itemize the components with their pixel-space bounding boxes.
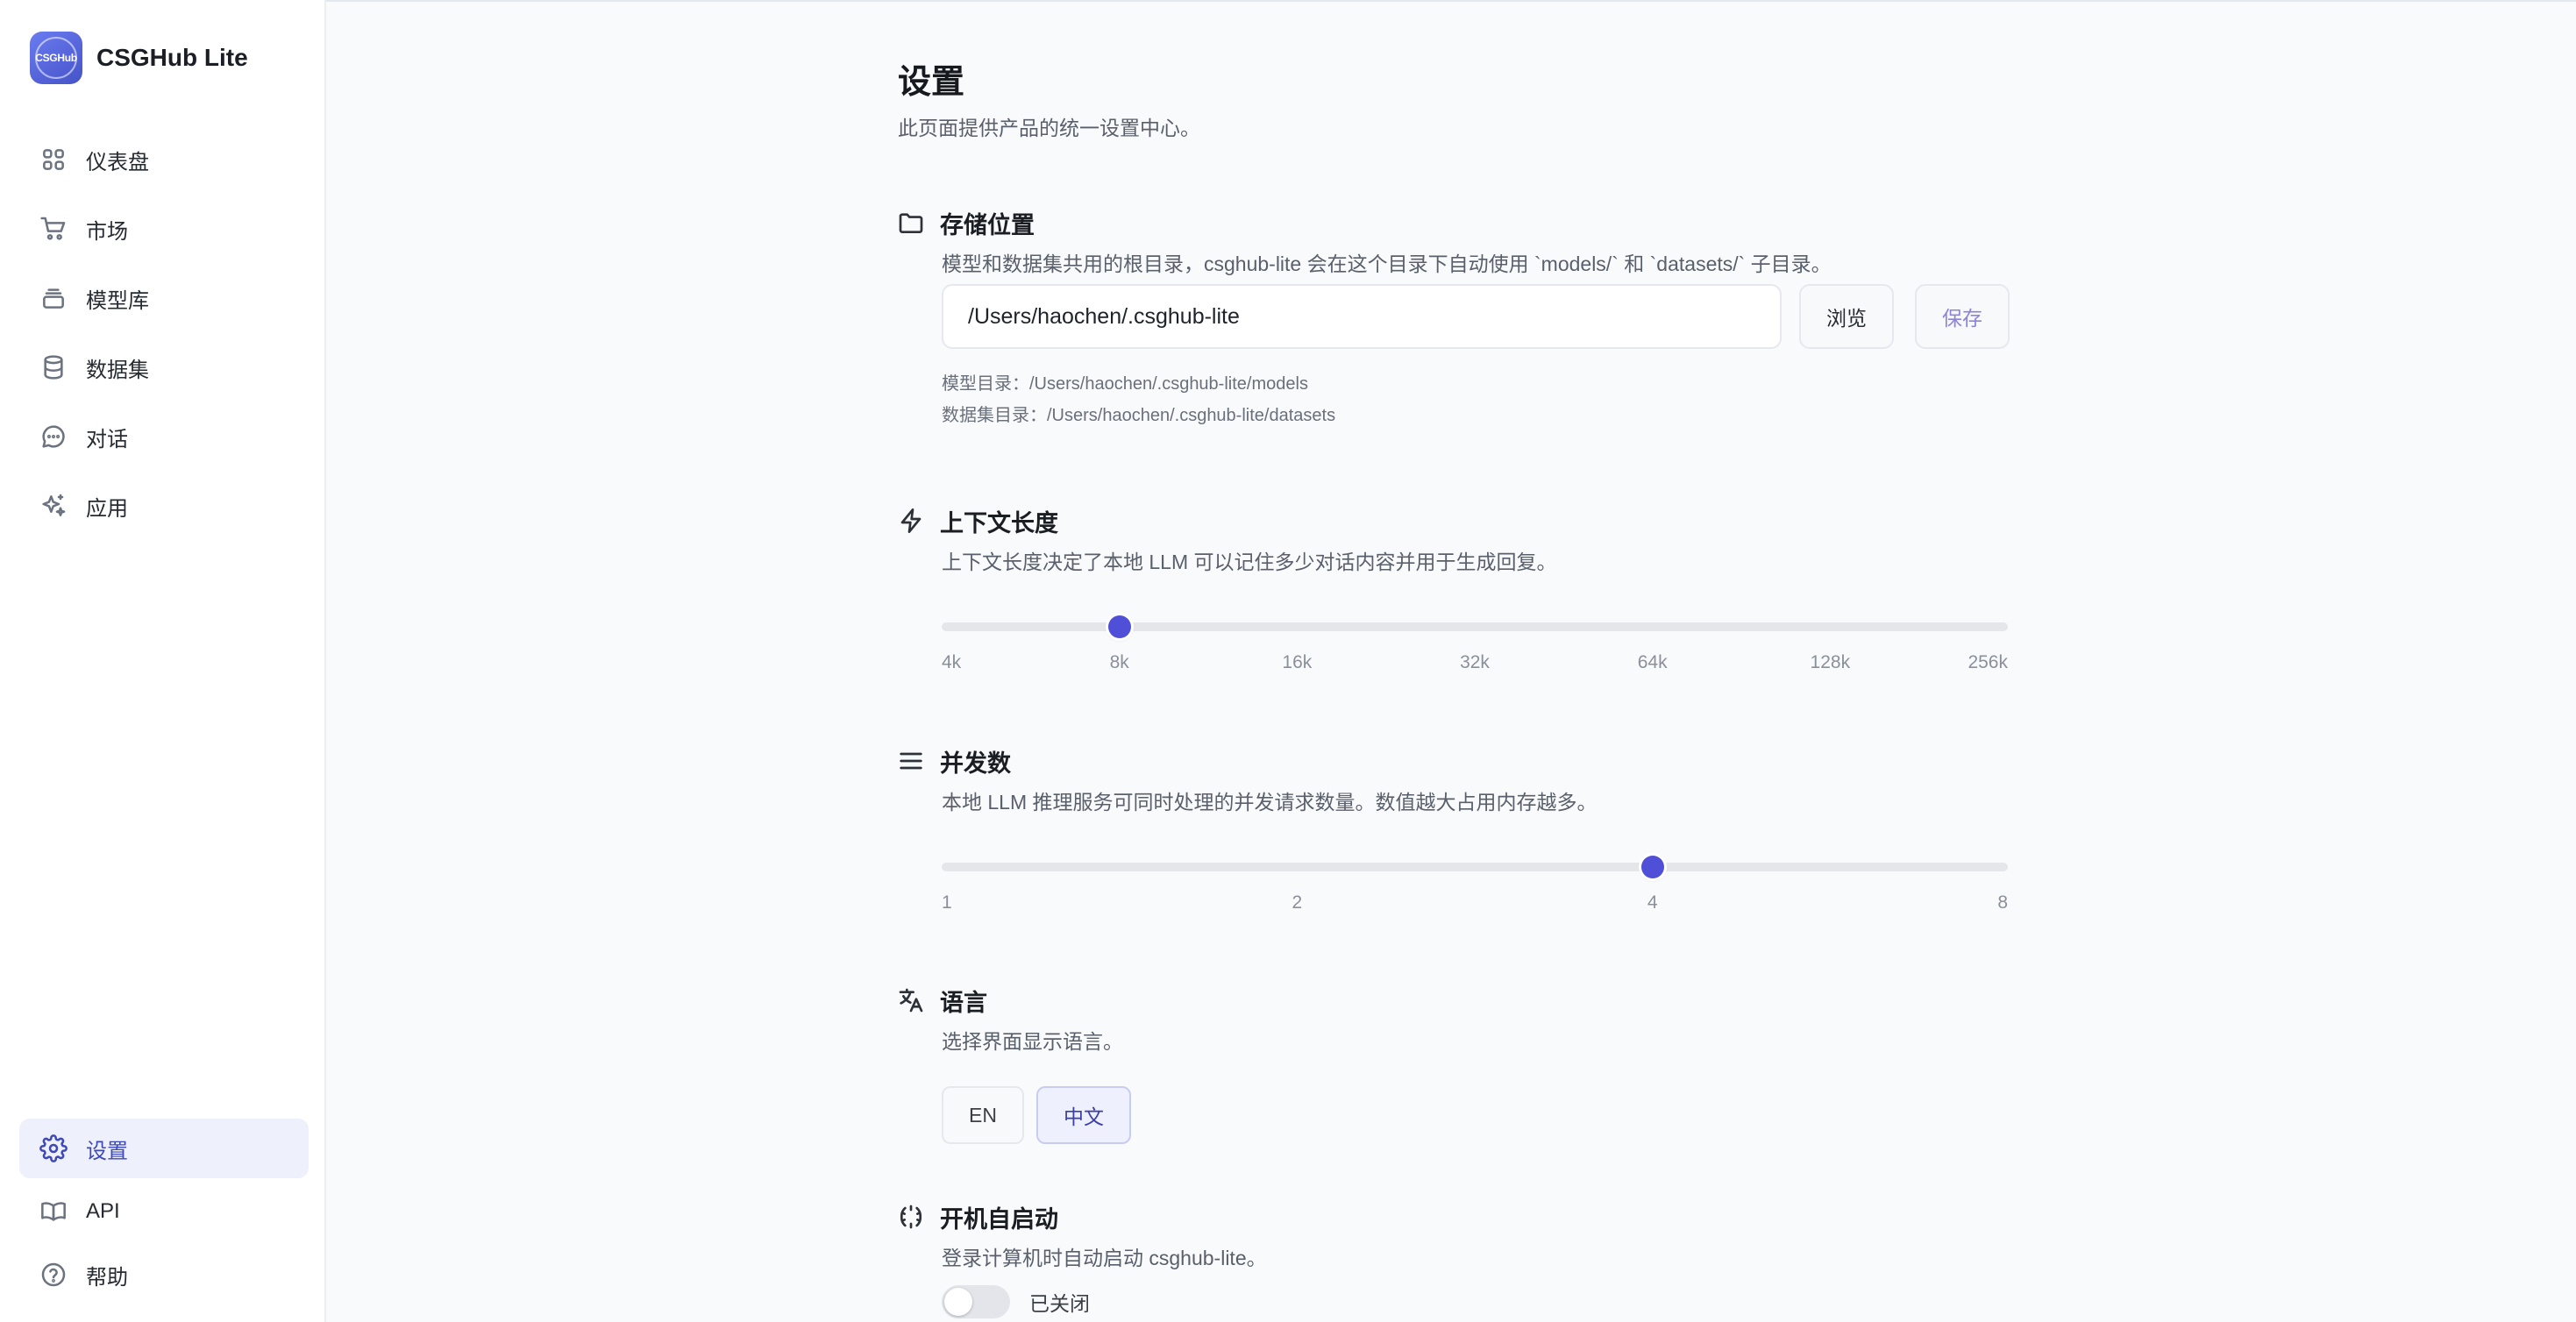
context-description: 上下文长度决定了本地 LLM 可以记住多少对话内容并用于生成回复。 xyxy=(942,551,1557,573)
storage-path-input[interactable] xyxy=(942,284,1782,349)
storage-title: 存储位置 xyxy=(940,211,1035,238)
sidebar-item-datasets[interactable]: 数据集 xyxy=(19,338,309,397)
save-button[interactable]: 保存 xyxy=(1915,284,2010,349)
sidebar: CSGHub CSGHub Lite 仪表盘 市场 模型库 数据集 对话 应用 … xyxy=(0,0,326,1322)
context-slider[interactable] xyxy=(942,608,2008,643)
context-tick: 8k xyxy=(1109,652,1129,672)
sidebar-item-label: 市场 xyxy=(86,219,128,244)
cart-icon xyxy=(39,214,68,244)
sidebar-item-label: 帮助 xyxy=(86,1265,128,1290)
concurrency-title: 并发数 xyxy=(940,750,1011,777)
gear-icon xyxy=(39,1134,68,1163)
window-top-border xyxy=(0,0,2576,2)
concurrency-tick: 1 xyxy=(942,892,952,913)
dashboard-icon xyxy=(39,145,68,174)
help-icon xyxy=(39,1260,68,1290)
autostart-toggle[interactable] xyxy=(942,1285,1010,1318)
sidebar-item-models[interactable]: 模型库 xyxy=(19,268,309,328)
storage-description: 模型和数据集共用的根目录，csghub-lite 会在这个目录下自动使用 `mo… xyxy=(942,252,1832,275)
concurrency-slider-thumb[interactable] xyxy=(1640,856,1664,878)
datasets-dir-text: 数据集目录：/Users/haochen/.csghub-lite/datase… xyxy=(942,406,1336,425)
app-logo-icon: CSGHub xyxy=(30,32,82,84)
models-dir-text: 模型目录：/Users/haochen/.csghub-lite/models xyxy=(942,374,1308,394)
language-option-en[interactable]: EN xyxy=(942,1086,1024,1144)
context-tick: 32k xyxy=(1460,652,1490,672)
sidebar-item-label: 对话 xyxy=(86,427,128,451)
concurrency-section: 并发数 本地 LLM 推理服务可同时处理的并发请求数量。数值越大占用内存越多。 … xyxy=(896,743,2011,913)
sidebar-nav: 仪表盘 市场 模型库 数据集 对话 应用 xyxy=(19,130,309,545)
sidebar-item-dashboard[interactable]: 仪表盘 xyxy=(19,130,309,189)
concurrency-tick: 4 xyxy=(1647,892,1658,913)
sidebar-item-label: 数据集 xyxy=(86,358,149,382)
browse-button[interactable]: 浏览 xyxy=(1799,284,1894,349)
concurrency-tick: 2 xyxy=(1292,892,1303,913)
context-tick: 128k xyxy=(1810,652,1851,672)
context-tick: 256k xyxy=(1968,652,2008,672)
concurrency-description: 本地 LLM 推理服务可同时处理的并发请求数量。数值越大占用内存越多。 xyxy=(942,791,1598,814)
translate-icon xyxy=(896,985,926,1015)
context-section: 上下文长度 上下文长度决定了本地 LLM 可以记住多少对话内容并用于生成回复。 … xyxy=(896,503,2011,672)
database-icon xyxy=(39,352,68,382)
page-title: 设置 xyxy=(898,64,965,101)
context-tick: 16k xyxy=(1282,652,1313,672)
sidebar-item-label: 设置 xyxy=(86,1139,128,1163)
concurrency-ticks: 1 2 4 8 xyxy=(942,892,2008,917)
sidebar-item-chat[interactable]: 对话 xyxy=(19,407,309,466)
sidebar-item-settings[interactable]: 设置 xyxy=(19,1119,309,1178)
context-title: 上下文长度 xyxy=(940,509,1058,537)
brand[interactable]: CSGHub CSGHub Lite xyxy=(30,32,248,84)
autostart-status: 已关闭 xyxy=(1029,1292,1090,1315)
sidebar-item-label: 应用 xyxy=(86,496,128,521)
menu-icon xyxy=(896,746,926,776)
concurrency-slider-track[interactable] xyxy=(942,863,2008,871)
context-ticks: 4k 8k 16k 32k 64k 128k 256k xyxy=(942,652,2008,677)
sidebar-bottom-nav: 设置 API 帮助 xyxy=(19,1119,309,1308)
language-title: 语言 xyxy=(940,989,987,1016)
context-slider-thumb[interactable] xyxy=(1107,615,1131,638)
sidebar-item-label: API xyxy=(86,1199,120,1223)
sidebar-item-label: 仪表盘 xyxy=(86,150,149,174)
bolt-icon xyxy=(896,506,926,536)
language-description: 选择界面显示语言。 xyxy=(942,1030,1123,1053)
autostart-section: 开机自启动 登录计算机时自动启动 csghub-lite。 已关闭 xyxy=(896,1199,2011,1318)
chat-icon xyxy=(39,422,68,451)
language-option-zh[interactable]: 中文 xyxy=(1036,1086,1131,1144)
sparkles-icon xyxy=(39,491,68,521)
storage-section: 存储位置 模型和数据集共用的根目录，csghub-lite 会在这个目录下自动使… xyxy=(896,205,2011,425)
concurrency-tick: 8 xyxy=(1997,892,2008,913)
context-slider-track[interactable] xyxy=(942,622,2008,631)
loader-icon xyxy=(896,1202,926,1232)
sidebar-item-market[interactable]: 市场 xyxy=(19,199,309,259)
sidebar-item-label: 模型库 xyxy=(86,288,149,313)
autostart-title: 开机自启动 xyxy=(940,1205,1058,1233)
language-section: 语言 选择界面显示语言。 EN 中文 xyxy=(896,983,2011,1144)
context-tick: 64k xyxy=(1637,652,1668,672)
concurrency-slider[interactable] xyxy=(942,849,2008,884)
page-description: 此页面提供产品的统一设置中心。 xyxy=(898,117,1200,139)
sidebar-item-help[interactable]: 帮助 xyxy=(19,1245,309,1304)
context-tick: 4k xyxy=(942,652,962,672)
layers-icon xyxy=(39,283,68,313)
book-icon xyxy=(39,1197,68,1226)
folder-icon xyxy=(896,208,926,238)
sidebar-item-api[interactable]: API xyxy=(19,1182,309,1241)
autostart-description: 登录计算机时自动启动 csghub-lite。 xyxy=(942,1247,1267,1269)
autostart-toggle-knob xyxy=(944,1288,972,1316)
sidebar-item-apps[interactable]: 应用 xyxy=(19,476,309,536)
app-name: CSGHub Lite xyxy=(96,44,248,71)
